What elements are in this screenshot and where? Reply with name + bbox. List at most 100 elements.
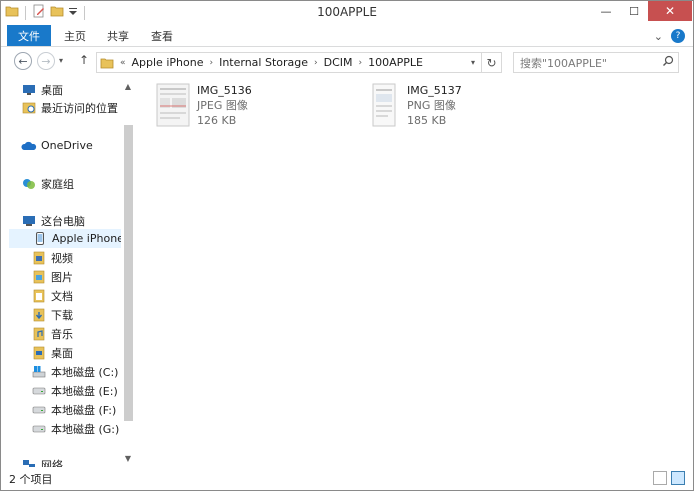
file-list: IMG_5136 JPEG 图像 126 KB IMG_5137 PNG 图像	[141, 77, 691, 467]
file-size: 126 KB	[197, 114, 237, 127]
nav-item-label: 本地磁盘 (E:)	[51, 384, 118, 398]
drive-icon	[31, 402, 47, 418]
nav-item-label: 桌面	[41, 83, 63, 97]
navigation-scrollbar[interactable]: ▲ ▼	[121, 77, 135, 467]
documents-folder-icon	[31, 288, 47, 304]
image-thumbnail-icon	[365, 83, 401, 127]
nav-item-this-pc[interactable]: 这台电脑	[21, 211, 135, 230]
ribbon-expand-icon[interactable]: ⌄	[654, 30, 663, 43]
nav-item-label: 本地磁盘 (C:)	[51, 365, 119, 379]
refresh-button[interactable]: ↻	[481, 53, 501, 72]
large-icons-view-icon[interactable]	[671, 471, 685, 485]
nav-item-label: 桌面	[51, 346, 73, 360]
system-drive-icon	[31, 364, 47, 380]
address-actions: ▾ ↻	[465, 53, 501, 72]
this-pc-icon	[21, 213, 37, 229]
breadcrumb-apple-iphone[interactable]: Apple iPhone	[132, 56, 204, 69]
ribbon-controls: ⌄ ?	[654, 29, 685, 43]
nav-item-label: 音乐	[51, 327, 73, 341]
nav-item-onedrive[interactable]: OneDrive	[21, 136, 135, 155]
file-size: 185 KB	[407, 114, 447, 127]
file-type: PNG 图像	[407, 99, 456, 112]
nav-item-apple-iphone[interactable]: Apple iPhone	[9, 229, 124, 248]
breadcrumb-separator[interactable]: ›	[209, 58, 213, 68]
breadcrumb-separator[interactable]: ›	[359, 58, 363, 68]
minimize-button[interactable]: —	[592, 1, 620, 21]
search-placeholder: 搜索"100APPLE"	[520, 56, 607, 70]
tab-file[interactable]: 文件	[7, 25, 51, 46]
file-item-img-5137[interactable]: IMG_5137 PNG 图像 185 KB	[365, 83, 545, 133]
scroll-thumb[interactable]	[124, 125, 133, 421]
folder-icon	[100, 56, 114, 70]
drive-icon	[31, 383, 47, 399]
address-dropdown-icon[interactable]: ▾	[465, 53, 481, 72]
window-controls: — ☐ ✕	[592, 1, 692, 21]
file-details: IMG_5136 JPEG 图像 126 KB	[197, 83, 252, 133]
up-button[interactable]: ↑	[79, 53, 89, 67]
breadcrumb-dcim[interactable]: DCIM	[324, 56, 353, 69]
breadcrumb-separator[interactable]: ›	[314, 58, 318, 68]
scroll-up-arrow-icon[interactable]: ▲	[121, 79, 135, 93]
status-bar: 2 个项目	[1, 467, 693, 490]
nav-item-recent-places[interactable]: 最近访问的位置	[21, 98, 135, 117]
pictures-folder-icon	[31, 269, 47, 285]
breadcrumb-100apple[interactable]: 100APPLE	[368, 56, 423, 69]
item-count: 2 个项目	[9, 472, 53, 486]
tab-home[interactable]: 主页	[64, 28, 86, 44]
drive-icon	[31, 421, 47, 437]
nav-item-desktop[interactable]: 桌面	[21, 80, 135, 99]
close-button[interactable]: ✕	[648, 1, 692, 21]
forward-button[interactable]: →	[37, 52, 55, 70]
search-icon[interactable]	[662, 55, 674, 70]
nav-item-label: Apple iPhone	[52, 232, 124, 245]
address-bar[interactable]: « Apple iPhone › Internal Storage › DCIM…	[96, 52, 502, 73]
help-icon[interactable]: ?	[671, 29, 685, 43]
nav-item-label: 下载	[51, 308, 73, 322]
details-view-icon[interactable]	[653, 471, 667, 485]
tab-view[interactable]: 查看	[151, 28, 173, 44]
desktop-folder-icon	[31, 345, 47, 361]
tab-share[interactable]: 共享	[107, 28, 129, 44]
nav-item-label: OneDrive	[41, 139, 93, 152]
file-item-img-5136[interactable]: IMG_5136 JPEG 图像 126 KB	[155, 83, 335, 133]
breadcrumb-overflow[interactable]: «	[120, 58, 126, 68]
nav-item-label: 这台电脑	[41, 214, 85, 228]
breadcrumb-internal-storage[interactable]: Internal Storage	[219, 56, 308, 69]
title-bar: 100APPLE — ☐ ✕	[1, 1, 693, 25]
nav-item-label: 网络	[41, 458, 63, 468]
desktop-icon	[21, 82, 37, 98]
maximize-button[interactable]: ☐	[620, 1, 648, 21]
file-name: IMG_5136	[197, 84, 252, 97]
window-title: 100APPLE	[317, 5, 377, 19]
explorer-window: 100APPLE — ☐ ✕ 文件 主页 共享 查看 ⌄ ? ← → ▾ ↑ «…	[0, 0, 694, 491]
nav-item-label: 家庭组	[41, 177, 74, 191]
recent-locations-chevron-icon[interactable]: ▾	[59, 56, 63, 65]
onedrive-icon	[21, 138, 37, 154]
nav-item-label: 最近访问的位置	[41, 101, 118, 115]
nav-item-label: 本地磁盘 (G:)	[51, 422, 120, 436]
nav-item-network[interactable]: 网络	[21, 455, 135, 467]
recent-places-icon	[21, 100, 37, 116]
scroll-down-arrow-icon[interactable]: ▼	[121, 451, 135, 465]
image-thumbnail-icon	[155, 83, 191, 127]
nav-item-label: 视频	[51, 251, 73, 265]
ribbon-tabs: 文件 主页 共享 查看 ⌄ ?	[1, 25, 693, 47]
view-switcher	[653, 471, 685, 485]
file-details: IMG_5137 PNG 图像 185 KB	[407, 83, 462, 133]
homegroup-icon	[21, 176, 37, 192]
network-icon	[21, 457, 37, 467]
nav-item-label: 文档	[51, 289, 73, 303]
nav-item-label: 图片	[51, 270, 73, 284]
phone-icon	[32, 231, 48, 247]
address-row: ← → ▾ ↑ « Apple iPhone › Internal Storag…	[1, 48, 693, 76]
file-name: IMG_5137	[407, 84, 462, 97]
videos-folder-icon	[31, 250, 47, 266]
nav-item-label: 本地磁盘 (F:)	[51, 403, 117, 417]
search-input[interactable]: 搜索"100APPLE"	[513, 52, 679, 73]
file-type: JPEG 图像	[197, 99, 248, 112]
downloads-folder-icon	[31, 307, 47, 323]
navigation-pane: 桌面 最近访问的位置 OneDrive 家庭组 这台电脑 Apple iPhon…	[1, 77, 136, 467]
nav-item-homegroup[interactable]: 家庭组	[21, 174, 135, 193]
music-folder-icon	[31, 326, 47, 342]
back-button[interactable]: ←	[14, 52, 32, 70]
